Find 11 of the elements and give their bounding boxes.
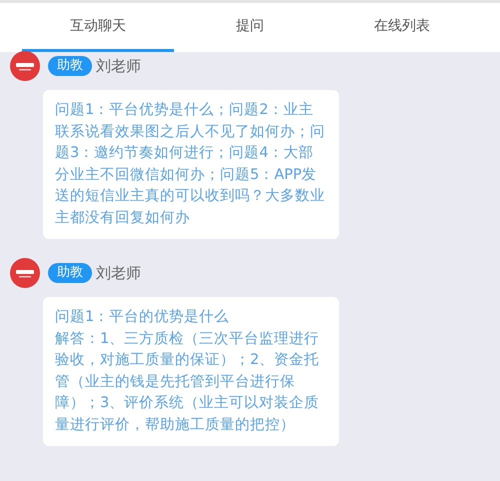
sender-name: 刘老师 xyxy=(96,56,141,77)
tab[interactable]: 在线列表 xyxy=(326,3,478,52)
tab[interactable]: 互动聊天 xyxy=(22,3,174,52)
message-text: 问题1：平台优势是什么；问题2：业主联系说看效果图之后人不见了如何办；问题3：邀约节奏如何进行；问题4：大部分业主不回微信如何办；问题5：APP发送的短信业主真的可以收到吗？大多数业主都没有回复如何办 xyxy=(55,100,326,228)
message-text: 问题1：平台的优势是什么 xyxy=(55,308,230,327)
avatar-icon xyxy=(10,258,40,288)
role-badge: 助教 xyxy=(48,56,92,76)
tab[interactable]: 提问 xyxy=(174,3,326,52)
role-badge: 助教 xyxy=(48,263,92,283)
message-text: 解答：1、三方质检（三次平台监理进行验收，对施工质量的保证）；2、资金托管（业主的钱是先托管到平台进行保障）；3、评价系统（业主可以对装企质量进行评价，帮助施工质量的把控） xyxy=(55,330,320,434)
sender-name: 刘老师 xyxy=(96,262,141,284)
